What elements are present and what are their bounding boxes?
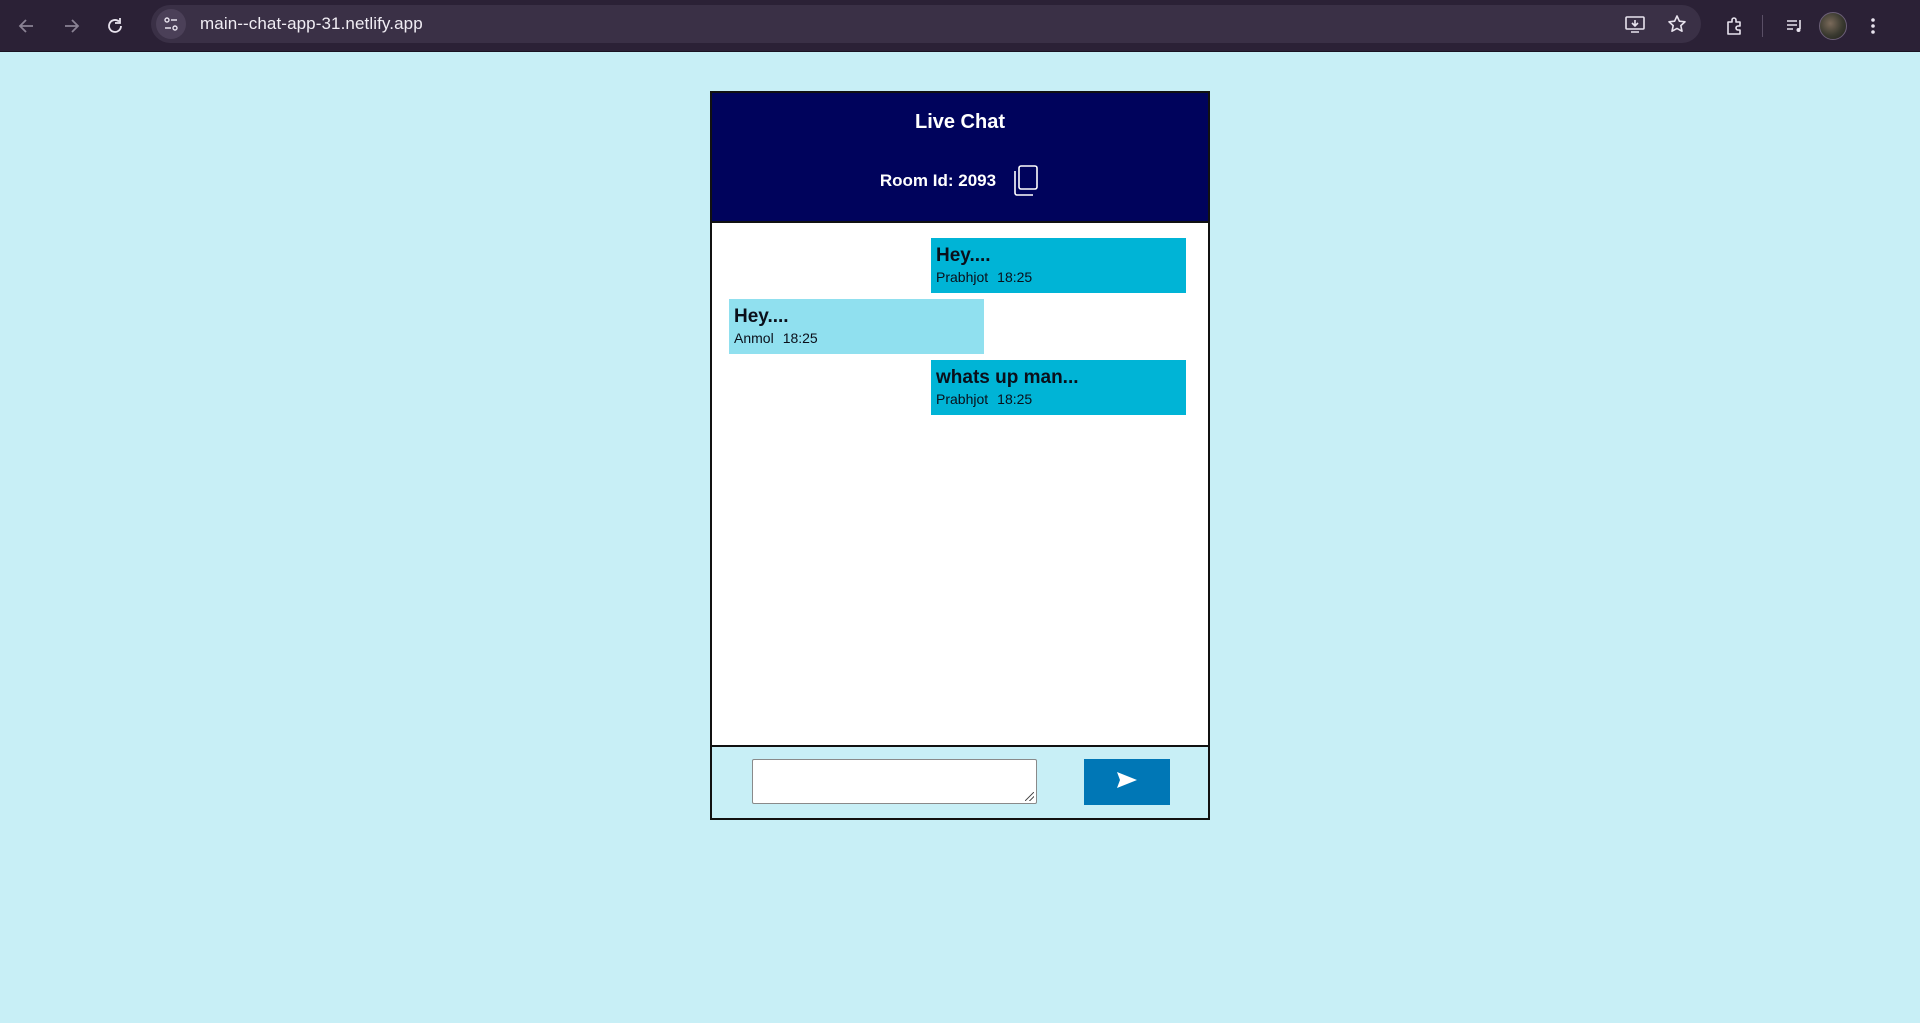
site-info-icon[interactable] <box>156 9 186 39</box>
message-meta: Prabhjot 18:25 <box>936 391 1181 407</box>
message-composer <box>712 745 1208 818</box>
chat-window: Live Chat Room Id: 2093 Hey.... Prabhjot… <box>710 91 1210 820</box>
message-author: Prabhjot <box>936 391 989 407</box>
url-text[interactable]: main--chat-app-31.netlify.app <box>200 14 423 34</box>
extensions-icon[interactable] <box>1716 8 1752 44</box>
resize-grip-icon[interactable] <box>1025 792 1034 801</box>
send-icon <box>1116 771 1138 794</box>
message-list[interactable]: Hey.... Prabhjot 18:25 Hey.... Anmol 18:… <box>712 223 1208 747</box>
kebab-menu-icon[interactable] <box>1855 8 1891 44</box>
bookmark-star-icon[interactable] <box>1663 10 1691 38</box>
copy-icon[interactable] <box>1010 165 1040 197</box>
message-bubble-sent: whats up man... Prabhjot 18:25 <box>931 360 1186 415</box>
reload-icon[interactable] <box>95 6 135 46</box>
message-meta: Anmol 18:25 <box>734 330 979 346</box>
message-author: Anmol <box>734 330 774 346</box>
message-author: Prabhjot <box>936 269 989 285</box>
room-id-label: Room Id: 2093 <box>879 171 997 190</box>
install-app-icon[interactable] <box>1621 10 1649 38</box>
profile-avatar[interactable] <box>1819 12 1847 40</box>
address-bar[interactable]: main--chat-app-31.netlify.app <box>151 5 1701 43</box>
send-button[interactable] <box>1084 759 1170 805</box>
message-time: 18:25 <box>997 269 1033 285</box>
message-time: 18:25 <box>782 330 818 346</box>
message-bubble-received: Hey.... Anmol 18:25 <box>729 299 984 354</box>
back-arrow-icon[interactable] <box>7 6 47 46</box>
message-text: whats up man... <box>936 367 1079 388</box>
message-text: Hey.... <box>936 245 991 266</box>
room-id-row: Room Id: 2093 <box>712 165 1208 197</box>
message-text: Hey.... <box>734 306 789 327</box>
media-controls-icon[interactable] <box>1777 8 1813 44</box>
message-input[interactable] <box>752 759 1037 804</box>
browser-toolbar: main--chat-app-31.netlify.app <box>0 0 1920 52</box>
toolbar-divider <box>1762 15 1763 37</box>
chat-header: Live Chat Room Id: 2093 <box>712 93 1208 223</box>
forward-arrow-icon[interactable] <box>51 6 91 46</box>
chat-title: Live Chat <box>914 111 1006 133</box>
message-meta: Prabhjot 18:25 <box>936 269 1181 285</box>
message-time: 18:25 <box>997 391 1033 407</box>
message-bubble-sent: Hey.... Prabhjot 18:25 <box>931 238 1186 293</box>
